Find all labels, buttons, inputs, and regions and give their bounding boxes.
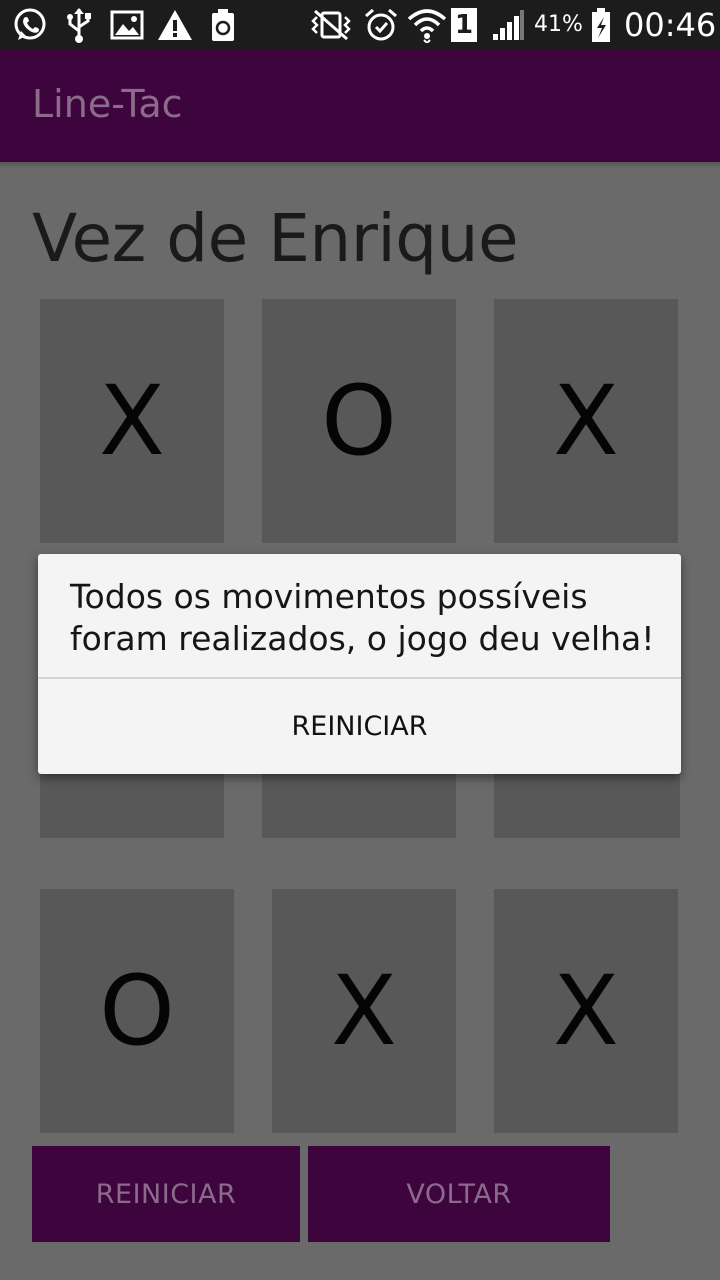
turn-label: Vez de Enrique	[32, 200, 519, 277]
wifi-icon	[406, 7, 448, 43]
vibrate-mute-icon	[306, 7, 356, 43]
battery-percent: 41%	[534, 12, 583, 37]
board-cell-1-2[interactable]: O	[262, 299, 456, 543]
app-bar: Line-Tac	[0, 50, 720, 162]
alarm-icon	[362, 7, 400, 43]
usb-icon	[62, 7, 96, 43]
dialog-message: Todos os movimentos possíveis foram real…	[70, 577, 655, 658]
signal-icon	[490, 7, 526, 43]
board-cell-3-1[interactable]: O	[40, 889, 234, 1133]
sim-number: 1	[451, 8, 477, 42]
back-button[interactable]: VOLTAR	[308, 1146, 610, 1242]
warning-icon	[156, 7, 194, 43]
app-bar-shadow	[0, 162, 720, 168]
game-over-dialog: Todos os movimentos possíveis foram real…	[38, 554, 681, 774]
board-cell-1-1[interactable]: X	[40, 299, 224, 543]
board-cell-1-3[interactable]: X	[494, 299, 678, 543]
image-icon	[108, 7, 146, 43]
restart-button[interactable]: REINICIAR	[32, 1146, 300, 1242]
clock: 00:46	[624, 6, 717, 44]
sim-1-icon: 1	[450, 7, 478, 43]
board-cell-3-3[interactable]: X	[494, 889, 678, 1133]
battery-icon	[588, 7, 614, 43]
dialog-restart-button[interactable]: REINICIAR	[38, 679, 681, 774]
board-cell-3-2[interactable]: X	[272, 889, 456, 1133]
status-bar: 1 41% 00:46	[0, 0, 720, 50]
app-title: Line-Tac	[32, 82, 183, 126]
whatsapp-icon	[10, 7, 50, 43]
recycle-battery-icon	[206, 7, 240, 43]
